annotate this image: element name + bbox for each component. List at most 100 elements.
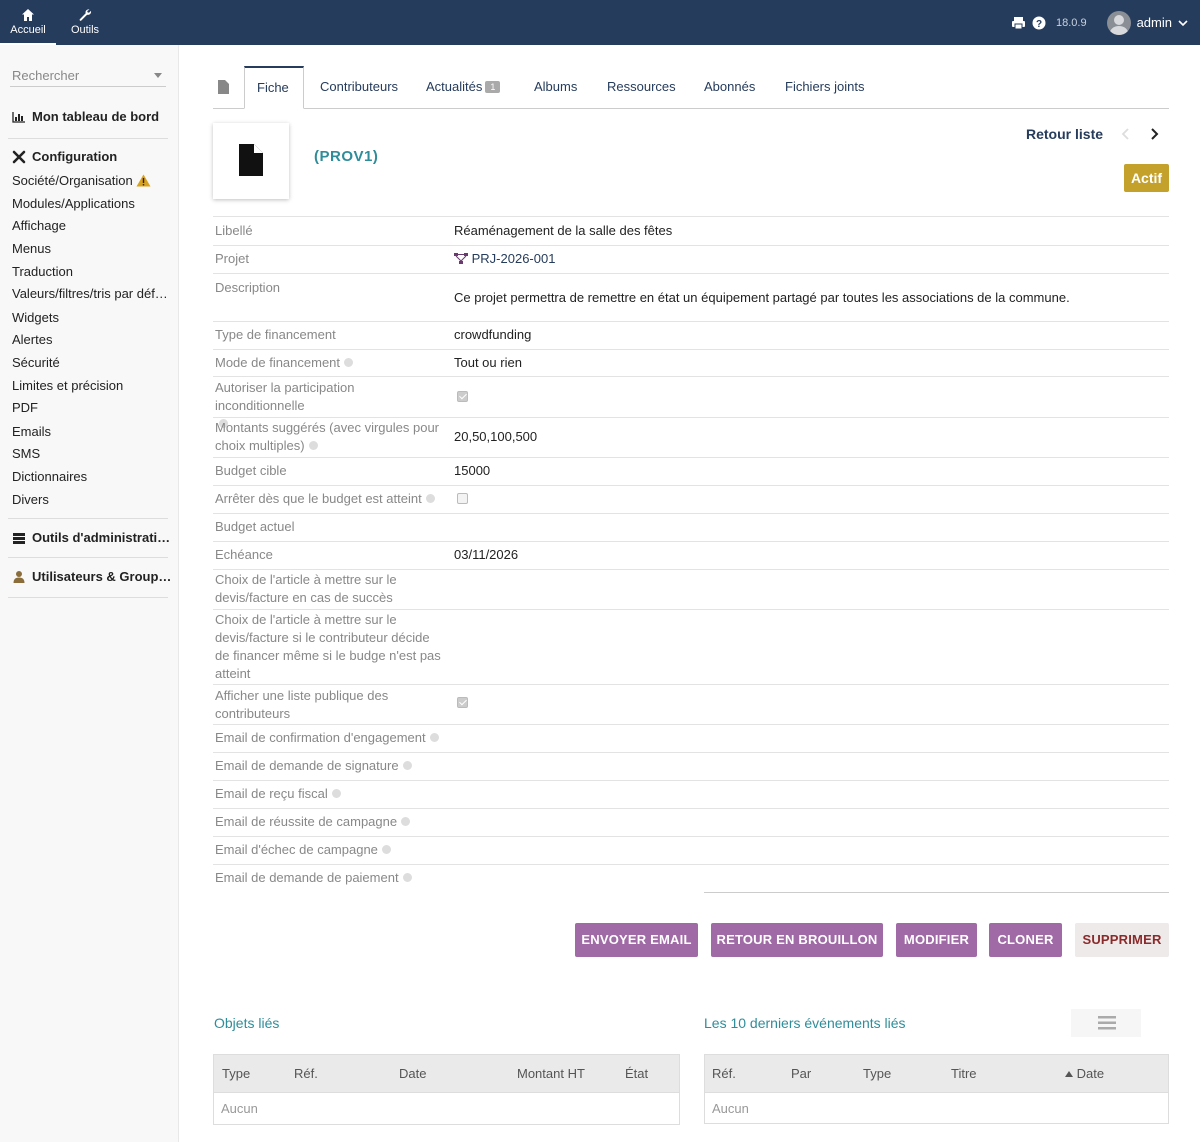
field-value: Réaménagement de la salle des fêtes bbox=[454, 223, 673, 238]
project-ref: PRJ-2026-001 bbox=[471, 251, 556, 266]
menu-item-emails[interactable]: Emails bbox=[12, 424, 51, 439]
user-name[interactable]: admin bbox=[1137, 15, 1172, 30]
menu-item-limites[interactable]: Limites et précision bbox=[12, 378, 123, 393]
field-label-text: Email de demande de signature bbox=[215, 758, 399, 773]
column-header[interactable]: État bbox=[625, 1066, 648, 1081]
column-header[interactable]: Type bbox=[863, 1066, 891, 1081]
menu-admin-tools[interactable]: Outils d'administrati… bbox=[12, 530, 170, 545]
menu-users-groups[interactable]: Utilisateurs & Group… bbox=[12, 569, 171, 584]
menu-item-menus[interactable]: Menus bbox=[12, 241, 51, 256]
divider bbox=[8, 557, 168, 558]
field-label-text: Email de demande de paiement bbox=[215, 870, 399, 885]
column-header-date[interactable]: Date bbox=[1065, 1066, 1104, 1081]
divider bbox=[8, 597, 168, 598]
object-picture bbox=[213, 123, 289, 199]
field-email-signature: Email de demande de signature bbox=[213, 752, 1169, 780]
tab-albums[interactable]: Albums bbox=[534, 79, 577, 94]
tab-fichiers-joints[interactable]: Fichiers joints bbox=[785, 79, 864, 94]
help-icon[interactable]: ? bbox=[1032, 16, 1046, 30]
chart-icon bbox=[12, 111, 25, 123]
field-label: Email de demande de paiement bbox=[215, 869, 445, 887]
tab-fiche[interactable]: Fiche bbox=[244, 66, 304, 109]
field-label-text: Email de réussite de campagne bbox=[215, 814, 398, 829]
checkbox-liste-publique bbox=[457, 697, 468, 708]
field-projet: Projet PRJ-2026-001 bbox=[213, 245, 1169, 273]
field-email-recu: Email de reçu fiscal bbox=[213, 780, 1169, 808]
field-autoriser: Autoriser la participation inconditionne… bbox=[213, 376, 1169, 428]
delete-button[interactable]: SUPPRIMER bbox=[1075, 923, 1169, 957]
column-header[interactable]: Réf. bbox=[294, 1066, 318, 1081]
clone-button[interactable]: CLONER bbox=[989, 923, 1062, 957]
back-to-draft-button[interactable]: RETOUR EN BROUILLON bbox=[711, 923, 883, 957]
menu-item-dictionnaires[interactable]: Dictionnaires bbox=[12, 469, 87, 484]
menu-item-modules[interactable]: Modules/Applications bbox=[12, 196, 135, 211]
svg-text:?: ? bbox=[1036, 19, 1042, 30]
checkbox-autoriser bbox=[457, 391, 468, 402]
nav-home[interactable]: Accueil bbox=[0, 0, 56, 45]
search-select[interactable]: Rechercher bbox=[10, 65, 166, 87]
info-icon[interactable] bbox=[401, 817, 411, 826]
field-type-financement: Type de financement crowdfunding bbox=[213, 321, 1169, 349]
project-link[interactable]: PRJ-2026-001 bbox=[454, 250, 555, 268]
caret-down-icon bbox=[154, 73, 162, 78]
tab-abonnes[interactable]: Abonnés bbox=[704, 79, 755, 94]
info-icon[interactable] bbox=[429, 733, 439, 742]
info-icon[interactable] bbox=[308, 441, 318, 450]
menu-item-alertes[interactable]: Alertes bbox=[12, 332, 52, 347]
menu-item-affichage[interactable]: Affichage bbox=[12, 218, 66, 233]
chevron-right-icon[interactable] bbox=[1149, 127, 1159, 141]
menu-item-widgets[interactable]: Widgets bbox=[12, 310, 59, 325]
events-table: Réf. Par Type Titre Date Aucun bbox=[704, 1054, 1169, 1124]
field-label: Budget cible bbox=[215, 463, 287, 478]
chevron-down-icon[interactable] bbox=[1178, 19, 1188, 27]
print-icon[interactable] bbox=[1011, 16, 1026, 30]
tab-actualites-label: Actualités bbox=[426, 79, 483, 94]
column-header[interactable]: Montant HT bbox=[517, 1066, 585, 1081]
modify-button[interactable]: MODIFIER bbox=[896, 923, 977, 957]
nav-tools[interactable]: Outils bbox=[62, 0, 108, 45]
field-value: crowdfunding bbox=[454, 327, 532, 342]
menu-item-societe[interactable]: Société/Organisation bbox=[12, 173, 151, 188]
field-budget-actuel: Budget actuel bbox=[213, 513, 1169, 541]
user-avatar[interactable] bbox=[1106, 10, 1131, 35]
menu-item-divers[interactable]: Divers bbox=[12, 492, 49, 507]
menu-item-sms[interactable]: SMS bbox=[12, 446, 40, 461]
column-header[interactable]: Réf. bbox=[712, 1066, 736, 1081]
tab-actualites[interactable]: Actualités 1 bbox=[426, 79, 501, 94]
version-label: 18.0.9 bbox=[1055, 16, 1087, 29]
column-header[interactable]: Type bbox=[222, 1066, 250, 1081]
column-header[interactable]: Date bbox=[399, 1066, 426, 1081]
column-header[interactable]: Par bbox=[791, 1066, 811, 1081]
field-label: Type de financement bbox=[215, 327, 336, 342]
count-badge: 1 bbox=[485, 81, 501, 93]
menu-dashboard[interactable]: Mon tableau de bord bbox=[12, 109, 159, 124]
menu-configuration[interactable]: Configuration bbox=[12, 149, 117, 164]
info-icon[interactable] bbox=[402, 873, 412, 882]
info-icon[interactable] bbox=[402, 761, 412, 770]
document-icon bbox=[218, 80, 229, 94]
menu-item-valeurs[interactable]: Valeurs/filtres/tris par déf… bbox=[12, 286, 168, 301]
nav-tools-label: Outils bbox=[70, 24, 100, 36]
field-label: Email d'échec de campagne bbox=[215, 841, 445, 859]
info-icon[interactable] bbox=[344, 358, 354, 367]
back-to-list-link[interactable]: Retour liste bbox=[1026, 126, 1103, 142]
send-email-button[interactable]: ENVOYER EMAIL bbox=[575, 923, 698, 957]
menu-item-traduction[interactable]: Traduction bbox=[12, 264, 73, 279]
menu-item-securite[interactable]: Sécurité bbox=[12, 355, 60, 370]
sort-up-icon bbox=[1065, 1071, 1073, 1077]
chevron-left-icon[interactable] bbox=[1121, 127, 1131, 141]
sidebar: Rechercher Mon tableau de bord Configura… bbox=[0, 45, 179, 1142]
events-list-button[interactable] bbox=[1071, 1009, 1141, 1037]
info-icon[interactable] bbox=[425, 494, 435, 503]
tab-contributeurs[interactable]: Contributeurs bbox=[320, 79, 398, 94]
empty-message: Aucun bbox=[712, 1101, 749, 1116]
table-header: Type Réf. Date Montant HT État bbox=[214, 1055, 679, 1093]
field-label: Projet bbox=[215, 251, 249, 266]
field-label-text: Montants suggérés (avec virgules pour ch… bbox=[215, 420, 440, 453]
tab-ressources[interactable]: Ressources bbox=[607, 79, 676, 94]
menu-item-pdf[interactable]: PDF bbox=[12, 400, 38, 415]
field-arreter: Arrêter dès que le budget est atteint bbox=[213, 485, 1169, 513]
column-header[interactable]: Titre bbox=[951, 1066, 977, 1081]
info-icon[interactable] bbox=[331, 789, 341, 798]
info-icon[interactable] bbox=[381, 845, 391, 854]
